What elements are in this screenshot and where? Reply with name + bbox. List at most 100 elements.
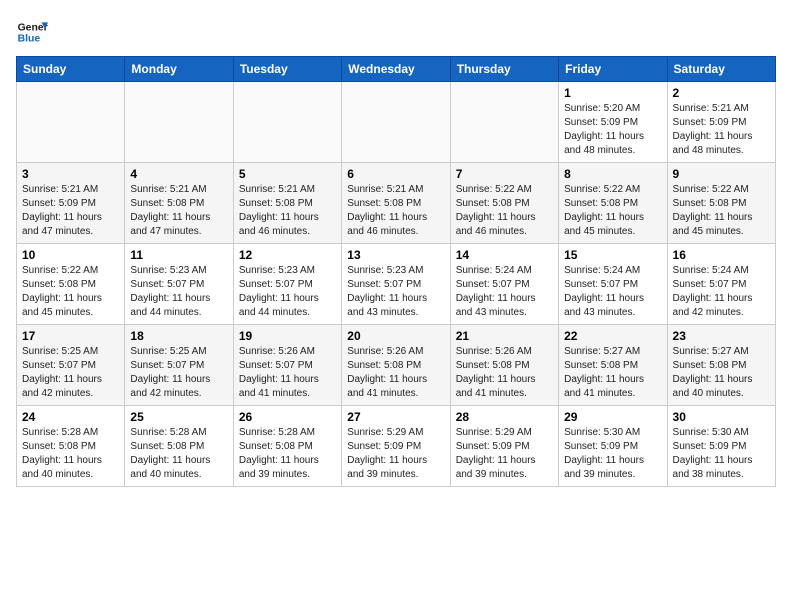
calendar-cell: 24 Sunrise: 5:28 AMSunset: 5:08 PMDayligh… <box>17 406 125 487</box>
day-number: 22 <box>564 329 661 343</box>
calendar-cell <box>17 82 125 163</box>
day-info: Sunrise: 5:23 AMSunset: 5:07 PMDaylight:… <box>130 264 227 320</box>
day-number: 5 <box>239 167 336 181</box>
day-info: Sunrise: 5:21 AMSunset: 5:08 PMDaylight:… <box>130 183 227 239</box>
day-info: Sunrise: 5:29 AMSunset: 5:09 PMDaylight:… <box>456 426 553 482</box>
calendar-cell: 22 Sunrise: 5:27 AMSunset: 5:08 PMDayligh… <box>559 325 667 406</box>
day-info: Sunrise: 5:25 AMSunset: 5:07 PMDaylight:… <box>22 345 119 401</box>
day-info: Sunrise: 5:30 AMSunset: 5:09 PMDaylight:… <box>673 426 770 482</box>
day-info: Sunrise: 5:23 AMSunset: 5:07 PMDaylight:… <box>347 264 444 320</box>
day-number: 8 <box>564 167 661 181</box>
day-info: Sunrise: 5:21 AMSunset: 5:09 PMDaylight:… <box>673 102 770 158</box>
day-number: 18 <box>130 329 227 343</box>
day-number: 27 <box>347 410 444 424</box>
day-number: 26 <box>239 410 336 424</box>
day-info: Sunrise: 5:22 AMSunset: 5:08 PMDaylight:… <box>564 183 661 239</box>
day-info: Sunrise: 5:30 AMSunset: 5:09 PMDaylight:… <box>564 426 661 482</box>
day-number: 9 <box>673 167 770 181</box>
calendar-cell: 25 Sunrise: 5:28 AMSunset: 5:08 PMDayligh… <box>125 406 233 487</box>
day-number: 4 <box>130 167 227 181</box>
day-info: Sunrise: 5:22 AMSunset: 5:08 PMDaylight:… <box>22 264 119 320</box>
weekday-sunday: Sunday <box>17 57 125 82</box>
weekday-wednesday: Wednesday <box>342 57 450 82</box>
calendar-cell: 1 Sunrise: 5:20 AMSunset: 5:09 PMDaylight… <box>559 82 667 163</box>
day-number: 29 <box>564 410 661 424</box>
day-info: Sunrise: 5:25 AMSunset: 5:07 PMDaylight:… <box>130 345 227 401</box>
day-info: Sunrise: 5:26 AMSunset: 5:08 PMDaylight:… <box>456 345 553 401</box>
day-info: Sunrise: 5:24 AMSunset: 5:07 PMDaylight:… <box>564 264 661 320</box>
day-number: 21 <box>456 329 553 343</box>
calendar-cell: 6Sunrise: 5:21 AMSunset: 5:08 PMDaylight… <box>342 163 450 244</box>
day-number: 2 <box>673 86 770 100</box>
day-number: 3 <box>22 167 119 181</box>
day-number: 11 <box>130 248 227 262</box>
day-info: Sunrise: 5:28 AMSunset: 5:08 PMDaylight:… <box>130 426 227 482</box>
page-header: General Blue <box>16 16 776 48</box>
day-number: 10 <box>22 248 119 262</box>
day-number: 13 <box>347 248 444 262</box>
calendar-cell: 28 Sunrise: 5:29 AMSunset: 5:09 PMDayligh… <box>450 406 558 487</box>
day-number: 25 <box>130 410 227 424</box>
calendar-cell: 29 Sunrise: 5:30 AMSunset: 5:09 PMDayligh… <box>559 406 667 487</box>
calendar-cell: 3 Sunrise: 5:21 AMSunset: 5:09 PMDaylight… <box>17 163 125 244</box>
calendar-cell <box>125 82 233 163</box>
calendar-cell: 17 Sunrise: 5:25 AMSunset: 5:07 PMDayligh… <box>17 325 125 406</box>
day-number: 23 <box>673 329 770 343</box>
calendar-cell: 9 Sunrise: 5:22 AMSunset: 5:08 PMDaylight… <box>667 163 775 244</box>
calendar-cell <box>450 82 558 163</box>
day-number: 17 <box>22 329 119 343</box>
calendar-cell: 14 Sunrise: 5:24 AMSunset: 5:07 PMDayligh… <box>450 244 558 325</box>
day-number: 1 <box>564 86 661 100</box>
weekday-header-row: SundayMondayTuesdayWednesdayThursdayFrid… <box>17 57 776 82</box>
day-info: Sunrise: 5:22 AMSunset: 5:08 PMDaylight:… <box>673 183 770 239</box>
calendar-cell <box>342 82 450 163</box>
day-info: Sunrise: 5:28 AMSunset: 5:08 PMDaylight:… <box>239 426 336 482</box>
day-info: Sunrise: 5:26 AMSunset: 5:08 PMDaylight:… <box>347 345 444 401</box>
day-number: 15 <box>564 248 661 262</box>
day-number: 12 <box>239 248 336 262</box>
day-info: Sunrise: 5:24 AMSunset: 5:07 PMDaylight:… <box>673 264 770 320</box>
day-number: 24 <box>22 410 119 424</box>
week-row-1: 1 Sunrise: 5:20 AMSunset: 5:09 PMDaylight… <box>17 82 776 163</box>
day-info: Sunrise: 5:21 AMSunset: 5:09 PMDaylight:… <box>22 183 119 239</box>
calendar-cell <box>233 82 341 163</box>
calendar-cell: 27 Sunrise: 5:29 AMSunset: 5:09 PMDayligh… <box>342 406 450 487</box>
day-number: 30 <box>673 410 770 424</box>
calendar-cell: 19Sunrise: 5:26 AMSunset: 5:07 PMDayligh… <box>233 325 341 406</box>
calendar-body: 1 Sunrise: 5:20 AMSunset: 5:09 PMDaylight… <box>17 82 776 487</box>
day-number: 7 <box>456 167 553 181</box>
day-number: 14 <box>456 248 553 262</box>
calendar-cell: 4 Sunrise: 5:21 AMSunset: 5:08 PMDaylight… <box>125 163 233 244</box>
weekday-friday: Friday <box>559 57 667 82</box>
day-info: Sunrise: 5:27 AMSunset: 5:08 PMDaylight:… <box>673 345 770 401</box>
calendar-cell: 26 Sunrise: 5:28 AMSunset: 5:08 PMDayligh… <box>233 406 341 487</box>
calendar-cell: 23 Sunrise: 5:27 AMSunset: 5:08 PMDayligh… <box>667 325 775 406</box>
weekday-saturday: Saturday <box>667 57 775 82</box>
day-number: 28 <box>456 410 553 424</box>
day-info: Sunrise: 5:21 AMSunset: 5:08 PMDaylight:… <box>239 183 336 239</box>
calendar-cell: 13 Sunrise: 5:23 AMSunset: 5:07 PMDayligh… <box>342 244 450 325</box>
day-info: Sunrise: 5:28 AMSunset: 5:08 PMDaylight:… <box>22 426 119 482</box>
calendar-cell: 7Sunrise: 5:22 AMSunset: 5:08 PMDaylight… <box>450 163 558 244</box>
day-info: Sunrise: 5:29 AMSunset: 5:09 PMDaylight:… <box>347 426 444 482</box>
svg-text:Blue: Blue <box>18 34 41 45</box>
day-info: Sunrise: 5:20 AMSunset: 5:09 PMDaylight:… <box>564 102 661 158</box>
day-number: 16 <box>673 248 770 262</box>
calendar-cell: 5 Sunrise: 5:21 AMSunset: 5:08 PMDaylight… <box>233 163 341 244</box>
week-row-4: 17 Sunrise: 5:25 AMSunset: 5:07 PMDayligh… <box>17 325 776 406</box>
day-number: 20 <box>347 329 444 343</box>
calendar-table: SundayMondayTuesdayWednesdayThursdayFrid… <box>16 56 776 487</box>
logo-icon: General Blue <box>16 16 48 48</box>
day-info: Sunrise: 5:23 AMSunset: 5:07 PMDaylight:… <box>239 264 336 320</box>
calendar-cell: 11 Sunrise: 5:23 AMSunset: 5:07 PMDayligh… <box>125 244 233 325</box>
weekday-monday: Monday <box>125 57 233 82</box>
day-info: Sunrise: 5:27 AMSunset: 5:08 PMDaylight:… <box>564 345 661 401</box>
calendar-cell: 15 Sunrise: 5:24 AMSunset: 5:07 PMDayligh… <box>559 244 667 325</box>
calendar-cell: 8 Sunrise: 5:22 AMSunset: 5:08 PMDaylight… <box>559 163 667 244</box>
day-info: Sunrise: 5:26 AMSunset: 5:07 PMDaylight:… <box>239 345 336 401</box>
week-row-2: 3 Sunrise: 5:21 AMSunset: 5:09 PMDaylight… <box>17 163 776 244</box>
day-info: Sunrise: 5:24 AMSunset: 5:07 PMDaylight:… <box>456 264 553 320</box>
calendar-cell: 21 Sunrise: 5:26 AMSunset: 5:08 PMDayligh… <box>450 325 558 406</box>
calendar-cell: 20 Sunrise: 5:26 AMSunset: 5:08 PMDayligh… <box>342 325 450 406</box>
calendar-cell: 2 Sunrise: 5:21 AMSunset: 5:09 PMDaylight… <box>667 82 775 163</box>
